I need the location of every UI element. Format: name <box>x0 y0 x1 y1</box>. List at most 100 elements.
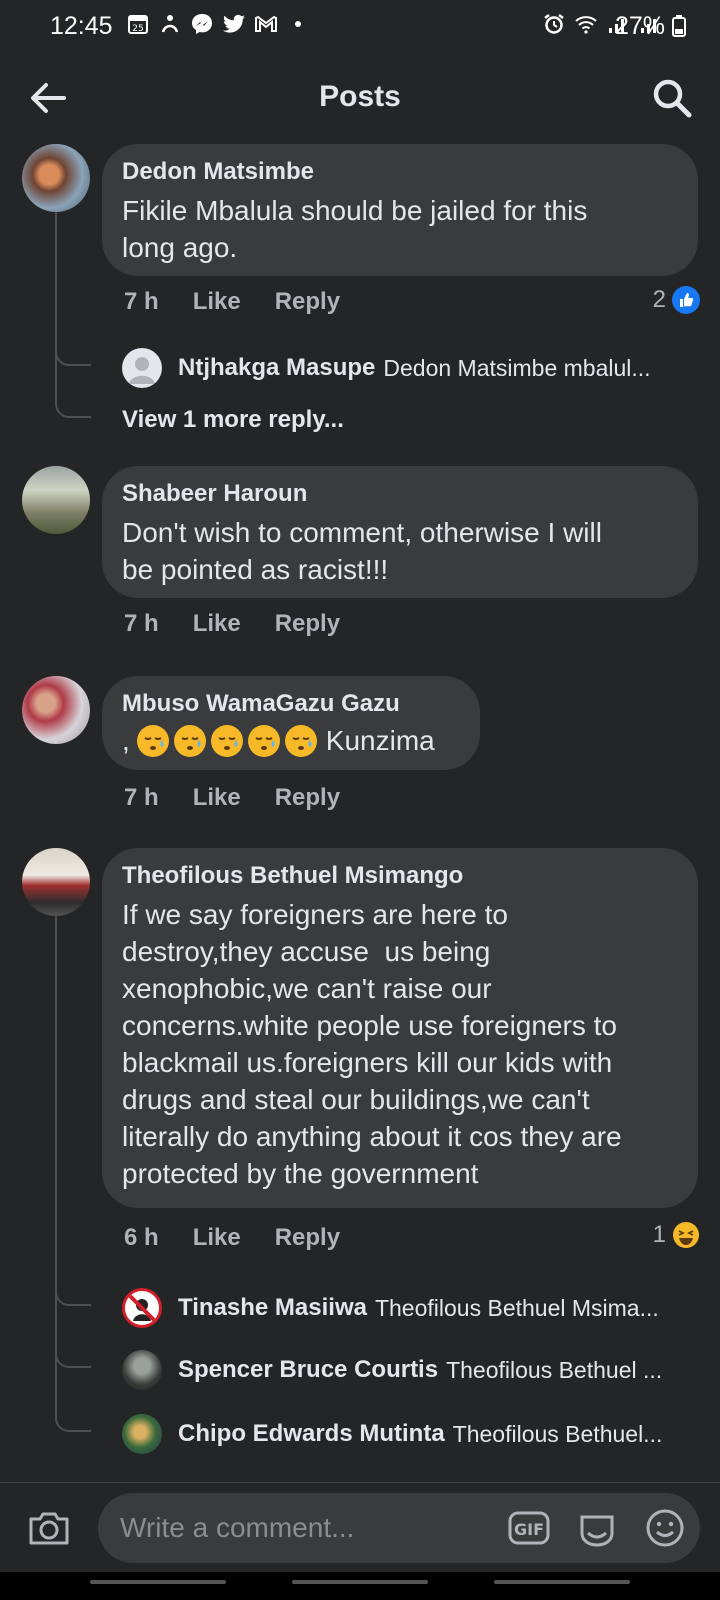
comment-input[interactable]: Write a comment... GIF <box>98 1493 700 1563</box>
reaction-count: 2 <box>652 286 666 313</box>
nav-handle[interactable] <box>90 1580 226 1584</box>
alarm-icon <box>542 12 566 36</box>
comment-time[interactable]: 7 h <box>124 610 159 638</box>
page-title: Posts <box>319 80 401 113</box>
comment-bubble[interactable]: Dedon Matsimbe Fikile Mbalula should be … <box>102 144 698 276</box>
like-button[interactable]: Like <box>193 784 241 812</box>
status-bar: 12:45 25 27% <box>0 0 720 56</box>
battery-icon <box>672 15 686 37</box>
reply-text: Theofilous Bethuel... <box>452 1420 663 1447</box>
no-entry-avatar-icon <box>122 1288 162 1328</box>
comment-text: , Kunzima <box>122 722 435 759</box>
messenger-icon <box>190 12 214 36</box>
comment-actions: 6 h Like Reply <box>124 1224 374 1252</box>
comment-prefix: , <box>122 725 130 756</box>
comment-actions: 7 h Like Reply <box>124 784 374 812</box>
reply-preview-row[interactable]: Tinashe Masiiwa Theofilous Bethuel Msima… <box>122 1286 692 1330</box>
gif-label: GIF <box>514 1520 544 1539</box>
comment-author[interactable]: Dedon Matsimbe <box>122 158 314 186</box>
comment-line: concerns.white people use foreigners to <box>122 1010 617 1041</box>
avatar[interactable] <box>22 848 90 916</box>
comment-line: literally do anything about it cos they … <box>122 1121 622 1152</box>
comment-composer: Write a comment... GIF <box>0 1482 720 1569</box>
reaction-summary[interactable]: 2 <box>653 286 700 314</box>
reply-author[interactable]: Spencer Bruce Courtis <box>178 1356 438 1384</box>
twitter-icon <box>222 12 246 36</box>
nav-handle[interactable] <box>494 1580 630 1584</box>
sleepy-face-icon <box>173 724 206 757</box>
thread-line <box>55 916 57 1416</box>
battery-percent: 27% <box>615 12 686 41</box>
comment-author[interactable]: Theofilous Bethuel Msimango <box>122 862 463 890</box>
comment-line: long ago. <box>122 232 238 263</box>
comment-text: If we say foreigners are here to destroy… <box>122 896 622 1192</box>
comment-line: drugs and steal our buildings,we can't <box>122 1084 590 1115</box>
thread-line <box>55 212 57 398</box>
dot-icon <box>286 12 310 36</box>
haha-icon <box>672 1221 700 1249</box>
reply-button[interactable]: Reply <box>275 784 340 812</box>
like-button[interactable]: Like <box>193 288 241 316</box>
comment-line: Don't wish to comment, otherwise I will <box>122 517 602 548</box>
avatar[interactable] <box>22 676 90 744</box>
reply-preview-row[interactable]: Ntjhakga Masupe Dedon Matsimbe mbalul... <box>122 346 692 390</box>
reply-button[interactable]: Reply <box>275 1224 340 1252</box>
calendar-icon: 25 <box>126 12 150 36</box>
reply-text: Theofilous Bethuel Msima... <box>374 1294 659 1321</box>
reply-text: Dedon Matsimbe mbalul... <box>383 354 651 381</box>
comment-suffix: Kunzima <box>325 725 435 756</box>
camera-icon[interactable] <box>26 1505 72 1551</box>
wifi-icon <box>574 12 598 36</box>
avatar[interactable] <box>22 144 90 212</box>
top-app-bar: Posts <box>0 62 720 134</box>
comment-time[interactable]: 7 h <box>124 784 159 812</box>
reply-author[interactable]: Chipo Edwards Mutinta <box>178 1420 445 1448</box>
sleepy-face-icon <box>210 724 243 757</box>
reaction-summary[interactable]: 1 <box>653 1221 700 1249</box>
comment-bubble[interactable]: Theofilous Bethuel Msimango If we say fo… <box>102 848 698 1208</box>
nav-handle[interactable] <box>292 1580 428 1584</box>
status-time: 12:45 <box>50 12 113 40</box>
battery-label: 27% <box>615 12 666 40</box>
reply-text: Theofilous Bethuel ... <box>446 1356 663 1383</box>
comment-line: If we say foreigners are here to <box>122 899 508 930</box>
gesture-icon <box>158 12 182 36</box>
comment-text: Don't wish to comment, otherwise I will … <box>122 514 602 588</box>
comment-time[interactable]: 6 h <box>124 1224 159 1252</box>
sleepy-face-icon <box>247 724 280 757</box>
sticker-icon[interactable] <box>576 1507 618 1549</box>
default-avatar-icon <box>122 348 162 388</box>
thread-connector <box>55 1284 91 1306</box>
comment-bubble[interactable]: Mbuso WamaGazu Gazu , Kunzima <box>102 676 480 770</box>
thread-connector <box>55 344 91 366</box>
avatar <box>122 1350 162 1390</box>
comment-line: xenophobic,we can't raise our <box>122 973 492 1004</box>
gif-icon[interactable]: GIF <box>508 1507 550 1549</box>
comment-line: protected by the government <box>122 1158 479 1189</box>
comment-bubble[interactable]: Shabeer Haroun Don't wish to comment, ot… <box>102 466 698 598</box>
comment-actions: 7 h Like Reply <box>124 610 374 638</box>
svg-text:25: 25 <box>132 24 143 34</box>
like-button[interactable]: Like <box>193 1224 241 1252</box>
comment-actions: 7 h Like Reply <box>124 288 374 316</box>
comment-line: be pointed as racist!!! <box>122 554 389 585</box>
reply-author[interactable]: Ntjhakga Masupe <box>178 354 375 382</box>
comment-time[interactable]: 7 h <box>124 288 159 316</box>
reply-preview-row[interactable]: Chipo Edwards Mutinta Theofilous Bethuel… <box>122 1412 692 1456</box>
emoji-icon[interactable] <box>644 1507 686 1549</box>
search-icon[interactable] <box>650 76 694 120</box>
thread-connector <box>55 1410 91 1432</box>
thumbs-up-icon <box>672 286 700 314</box>
comment-author[interactable]: Mbuso WamaGazu Gazu <box>122 690 400 718</box>
reply-button[interactable]: Reply <box>275 610 340 638</box>
comment-author[interactable]: Shabeer Haroun <box>122 480 307 508</box>
comment-line: destroy,they accuse us being <box>122 936 491 967</box>
emoji-row <box>136 724 318 758</box>
avatar[interactable] <box>22 466 90 534</box>
reply-preview-row[interactable]: Spencer Bruce Courtis Theofilous Bethuel… <box>122 1348 692 1392</box>
reply-author[interactable]: Tinashe Masiiwa <box>178 1294 367 1322</box>
like-button[interactable]: Like <box>193 610 241 638</box>
view-more-replies-link[interactable]: View 1 more reply... <box>122 406 344 434</box>
comment-text: Fikile Mbalula should be jailed for this… <box>122 192 587 266</box>
reply-button[interactable]: Reply <box>275 288 340 316</box>
